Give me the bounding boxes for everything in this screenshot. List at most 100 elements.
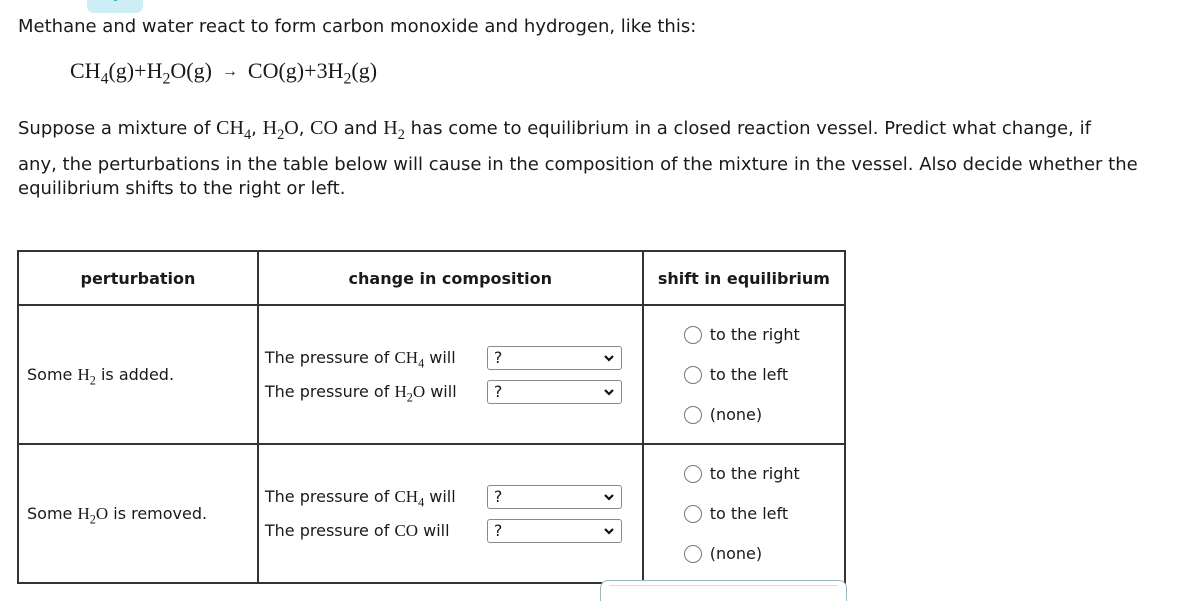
radio-label: to the right <box>709 325 800 344</box>
perturbation-table: perturbation change in composition shift… <box>17 250 847 584</box>
radio-button[interactable] <box>683 405 702 424</box>
text: has come to equilibrium in a closed reac… <box>404 118 1091 139</box>
select-value: ? <box>493 348 503 367</box>
reaction-arrow-icon: → <box>221 63 238 80</box>
species: H2 <box>77 364 95 386</box>
change-line: The pressure of CH4 will ? <box>264 484 642 509</box>
perturbation-cell: Some H2 is added. <box>17 304 259 445</box>
chevron-down-icon <box>604 493 614 501</box>
coefficient: 3 <box>316 58 328 83</box>
text: The pressure of <box>264 486 395 506</box>
text: will <box>424 486 456 506</box>
change-label: The pressure of CH4 will <box>264 347 487 369</box>
radio-option-left[interactable]: to the left <box>683 494 844 534</box>
chevron-down-icon <box>604 388 614 396</box>
radio-button[interactable] <box>683 325 702 344</box>
plus: + <box>304 58 317 83</box>
change-line: The pressure of H2O will ? <box>264 379 642 404</box>
text: is added. <box>95 364 175 384</box>
radio-button[interactable] <box>683 544 702 563</box>
chevron-down-icon <box>604 354 614 362</box>
reactant-h2o: H <box>146 58 163 83</box>
header-perturbation: perturbation <box>17 250 259 306</box>
perturbation-cell: Some H2O is removed. <box>17 443 259 584</box>
shift-cell: to the right to the left (none) <box>641 304 847 445</box>
radio-option-none[interactable]: (none) <box>683 534 844 574</box>
text: is removed. <box>108 503 208 523</box>
pressure-ch4-select[interactable]: ? <box>486 484 622 509</box>
product-h2: H <box>327 58 344 83</box>
radio-button[interactable] <box>683 504 702 523</box>
radio-label: (none) <box>709 405 763 424</box>
radio-button[interactable] <box>683 365 702 384</box>
text: Suppose a mixture of <box>18 118 217 139</box>
radio-option-none[interactable]: (none) <box>683 395 844 435</box>
text: CH <box>216 117 244 139</box>
radio-label: (none) <box>709 544 763 563</box>
select-value: ? <box>493 382 503 401</box>
species: H2O <box>394 381 426 403</box>
species-ch4: CH4 <box>216 117 251 142</box>
select-value: ? <box>493 487 503 506</box>
table-row: Some H2 is added. The pressure of CH4 wi… <box>17 304 847 445</box>
radio-label: to the left <box>709 365 789 384</box>
table-row: Some H2O is removed. The pressure of CH4… <box>17 443 847 584</box>
change-line: The pressure of CO will ? <box>265 518 642 543</box>
change-label: The pressure of H2O will <box>264 381 487 403</box>
text: The pressure of <box>264 381 395 401</box>
text: CH <box>394 486 419 506</box>
text: The pressure of <box>264 347 395 367</box>
pressure-ch4-select[interactable]: ? <box>486 345 622 370</box>
product-co: CO <box>247 58 279 83</box>
radio-option-right[interactable]: to the right <box>683 315 844 355</box>
text: Some <box>27 364 78 384</box>
text: will <box>425 381 457 401</box>
radio-option-left[interactable]: to the left <box>683 355 844 395</box>
reactant-ch4: CH <box>70 58 101 83</box>
bottom-toolbar-panel[interactable] <box>600 580 847 601</box>
radio-button[interactable] <box>683 464 702 483</box>
select-value: ? <box>493 521 503 540</box>
change-label: The pressure of CH4 will <box>264 486 487 508</box>
state: (g) <box>186 58 212 83</box>
species-h2o: H2O <box>262 117 299 142</box>
radio-option-right[interactable]: to the right <box>683 454 844 494</box>
text: and <box>337 118 384 139</box>
change-label: The pressure of CO will <box>265 521 487 541</box>
text: O <box>95 503 109 523</box>
species: CO <box>394 521 418 540</box>
subscript: 2 <box>397 127 405 144</box>
text: O <box>284 117 299 139</box>
reaction-equation: CH4(g)+H2O(g) → CO(g)+3H2(g) <box>70 58 378 87</box>
text: CH <box>394 347 419 367</box>
intro-text: Methane and water react to form carbon m… <box>18 16 697 37</box>
text: will <box>424 347 456 367</box>
header-change-in-composition: change in composition <box>256 250 644 306</box>
text: H <box>383 117 398 139</box>
header-shift-in-equilibrium: shift in equilibrium <box>641 250 847 306</box>
state: (g) <box>278 58 305 83</box>
panel-inner <box>609 585 838 600</box>
text: H <box>394 381 407 401</box>
pressure-co-select[interactable]: ? <box>486 518 622 543</box>
text: The pressure of <box>264 520 395 540</box>
text: H <box>77 364 90 384</box>
species-h2: H2 <box>383 117 405 142</box>
change-cell: The pressure of CH4 will ? The pressure … <box>256 304 644 445</box>
state: (g) <box>108 58 135 83</box>
species: CH4 <box>394 486 424 508</box>
text: H <box>77 503 90 523</box>
reactant-h2o-o: O <box>170 58 187 83</box>
text: O <box>412 381 426 401</box>
change-line: The pressure of CH4 will ? <box>264 345 642 370</box>
text: Some <box>27 503 78 523</box>
text: CO <box>394 520 419 540</box>
pressure-h2o-select[interactable]: ? <box>486 379 622 404</box>
state: (g) <box>351 58 378 83</box>
top-toolbar-tab[interactable] <box>87 0 143 13</box>
text: will <box>418 520 450 540</box>
species: H2O <box>77 503 109 525</box>
text: H <box>262 117 278 139</box>
species: CH4 <box>394 347 424 369</box>
instructions-line-1: Suppose a mixture of CH4, H2O, CO and H2… <box>18 117 1091 142</box>
